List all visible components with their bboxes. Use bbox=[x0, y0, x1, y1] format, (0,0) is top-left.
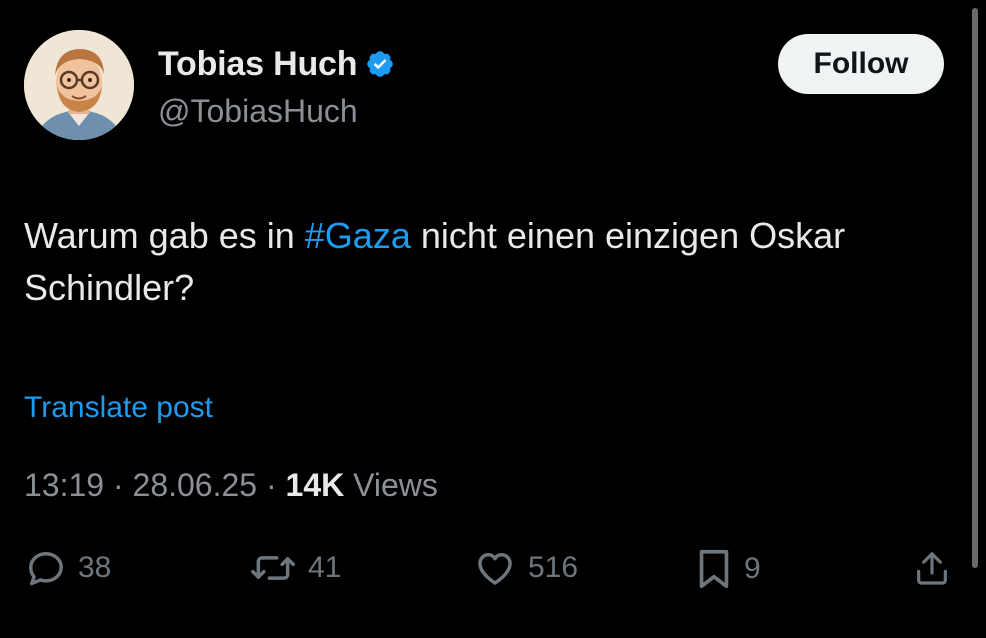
meta-separator: · bbox=[257, 467, 286, 503]
author-handle[interactable]: @TobiasHuch bbox=[158, 92, 358, 130]
meta-separator: · bbox=[104, 467, 133, 503]
bookmark-icon bbox=[694, 546, 734, 592]
repost-count: 41 bbox=[308, 551, 342, 584]
avatar[interactable] bbox=[24, 30, 134, 140]
post-text: Warum gab es in #Gaza nicht einen einzig… bbox=[24, 210, 924, 314]
share-icon bbox=[912, 546, 952, 590]
reply-icon bbox=[24, 546, 68, 590]
author-name-row[interactable]: Tobias Huch bbox=[158, 44, 395, 84]
share-button[interactable] bbox=[912, 546, 952, 590]
avatar-portrait bbox=[24, 30, 134, 140]
views-label: Views bbox=[344, 467, 438, 503]
post-text-part: Warum gab es in bbox=[24, 215, 305, 256]
post-date[interactable]: 28.06.25 bbox=[133, 467, 258, 503]
heart-icon bbox=[472, 546, 518, 590]
bookmark-count: 9 bbox=[744, 552, 761, 585]
like-count: 516 bbox=[528, 551, 579, 584]
follow-button[interactable]: Follow bbox=[778, 34, 944, 94]
like-button[interactable]: 516 bbox=[472, 546, 578, 590]
repost-icon bbox=[248, 546, 298, 590]
bookmark-button[interactable]: 9 bbox=[694, 546, 761, 592]
hashtag-link[interactable]: #Gaza bbox=[305, 215, 411, 256]
views-count: 14K bbox=[285, 467, 345, 503]
reply-button[interactable]: 38 bbox=[24, 546, 111, 590]
post-meta: 13:19 · 28.06.25 · 14K Views bbox=[24, 464, 438, 506]
repost-button[interactable]: 41 bbox=[248, 546, 341, 590]
translate-post-link[interactable]: Translate post bbox=[24, 388, 213, 428]
scrollbar[interactable] bbox=[972, 8, 978, 568]
post-time[interactable]: 13:19 bbox=[24, 467, 104, 503]
verified-badge-icon[interactable] bbox=[365, 49, 395, 79]
author-display-name[interactable]: Tobias Huch bbox=[158, 44, 357, 84]
action-bar: 38 41 516 9 bbox=[0, 540, 986, 604]
reply-count: 38 bbox=[78, 551, 112, 584]
